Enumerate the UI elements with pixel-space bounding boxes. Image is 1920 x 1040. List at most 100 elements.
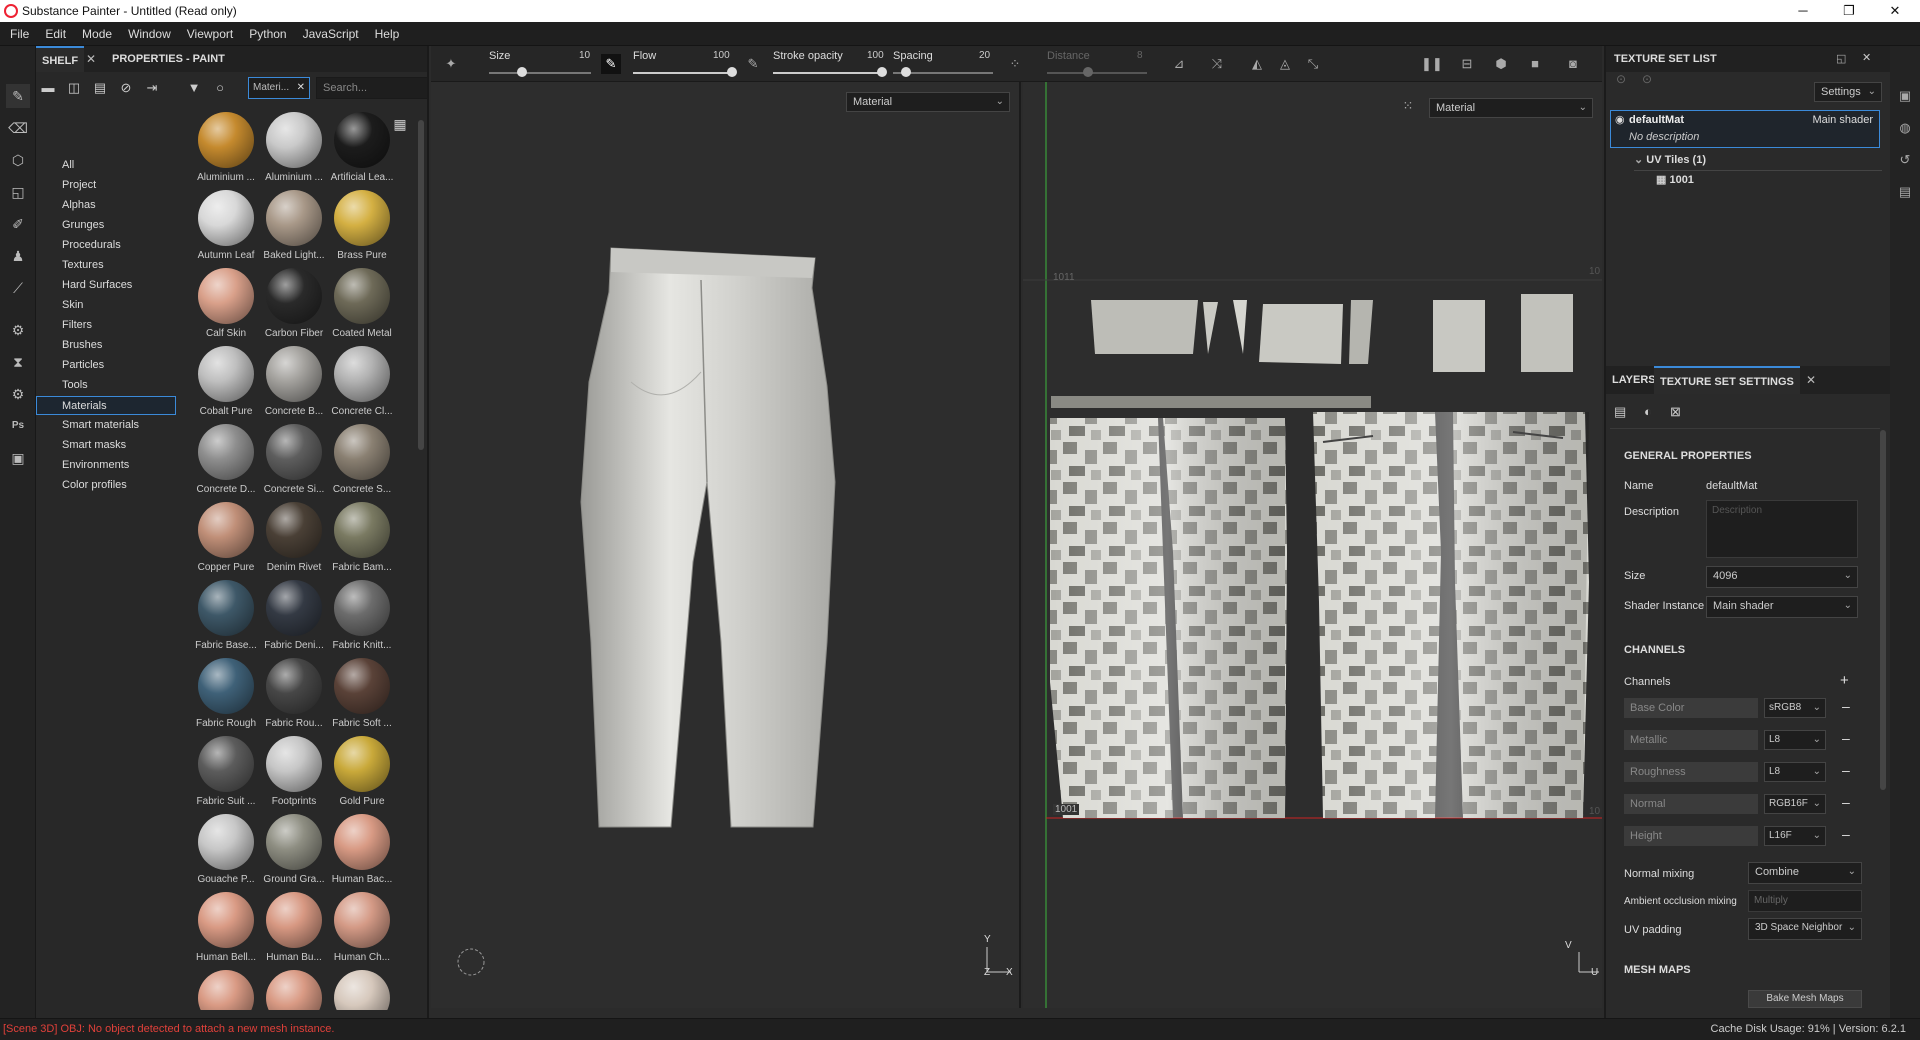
material-thumbnail[interactable]: Coated Metal bbox=[328, 266, 396, 346]
lazy-mouse-icon[interactable]: ⁘ bbox=[1005, 54, 1025, 74]
material-thumbnail[interactable]: Concrete B... bbox=[260, 344, 328, 424]
material-thumbnail[interactable]: Brass Pure bbox=[328, 188, 396, 268]
material-thumbnail[interactable]: Gold Pure bbox=[328, 734, 396, 814]
category-item[interactable]: Environments bbox=[36, 456, 176, 475]
uv-tile-item[interactable]: ▦ 1001 bbox=[1656, 173, 1694, 186]
size-slider[interactable] bbox=[489, 72, 591, 74]
distance-slider[interactable] bbox=[1047, 72, 1147, 74]
symmetry-angle-icon[interactable]: ⊿ bbox=[1169, 54, 1189, 74]
material-thumbnail[interactable]: Concrete Cl... bbox=[328, 344, 396, 424]
shader-instance-dropdown[interactable]: Main shader ⌄ bbox=[1706, 596, 1858, 618]
material-thumbnail[interactable]: Ground Gra... bbox=[260, 812, 328, 892]
tab-texture-set-settings[interactable]: TEXTURE SET SETTINGS bbox=[1654, 366, 1800, 394]
menu-python[interactable]: Python bbox=[241, 22, 294, 46]
uv-padding-dropdown[interactable]: 3D Space Neighbor ⌄ bbox=[1748, 918, 1862, 940]
material-thumbnail[interactable]: Human Bu... bbox=[260, 890, 328, 970]
spacing-value[interactable]: 20 bbox=[979, 50, 990, 61]
flow-slider[interactable] bbox=[633, 72, 733, 74]
ao-mixing-field[interactable]: Multiply bbox=[1748, 890, 1862, 912]
channel-format-dropdown[interactable]: L8 ⌄ bbox=[1764, 730, 1826, 750]
remove-channel-button[interactable]: – bbox=[1842, 794, 1850, 810]
shader-settings-icon[interactable]: ◍ bbox=[1897, 120, 1913, 136]
viewport-2d[interactable]: ⁙ Material ⌄ 1011 1001 10 10 V U bbox=[1023, 82, 1602, 1008]
stroke-opacity-handle[interactable] bbox=[877, 67, 887, 77]
tab-properties-paint[interactable]: PROPERTIES - PAINT bbox=[106, 46, 231, 72]
material-thumbnail[interactable] bbox=[260, 968, 328, 1010]
layer-stack-icon[interactable]: ▤ bbox=[1614, 404, 1626, 420]
folder-icon[interactable]: ▬ bbox=[38, 78, 58, 98]
refresh-icon[interactable]: ○ bbox=[210, 78, 230, 98]
menu-window[interactable]: Window bbox=[120, 22, 179, 46]
tab-shelf[interactable]: SHELF bbox=[36, 46, 85, 72]
material-thumbnail[interactable]: Artificial Lea... bbox=[328, 110, 396, 190]
photoshop-icon[interactable]: Ps bbox=[6, 414, 30, 438]
distance-slider-handle[interactable] bbox=[1083, 67, 1093, 77]
category-item[interactable]: Tools bbox=[36, 376, 176, 395]
filter-tag[interactable]: Materi... ✕ bbox=[248, 77, 310, 99]
pause-icon[interactable]: ❚❚ bbox=[1421, 54, 1443, 74]
size-slider-handle[interactable] bbox=[517, 67, 527, 77]
category-item[interactable]: Textures bbox=[36, 256, 176, 275]
material-thumbnail[interactable]: Concrete Si... bbox=[260, 422, 328, 502]
material-thumbnail[interactable]: Footprints bbox=[260, 734, 328, 814]
material-thumbnail[interactable]: Autumn Leaf bbox=[192, 188, 260, 268]
material-thumbnail[interactable]: Cobalt Pure bbox=[192, 344, 260, 424]
flow-pressure-icon[interactable]: ✎ bbox=[743, 54, 763, 74]
category-item-selected[interactable]: Materials bbox=[36, 396, 176, 415]
transform-icon[interactable]: ⤡ bbox=[1303, 54, 1323, 74]
hide-icon[interactable]: ⊘ bbox=[116, 78, 136, 98]
add-channel-button[interactable]: + bbox=[1840, 672, 1849, 689]
menu-edit[interactable]: Edit bbox=[37, 22, 74, 46]
bake-settings-icon[interactable]: ⚙ bbox=[6, 318, 30, 342]
display-cube-icon[interactable]: ⬢ bbox=[1491, 54, 1511, 74]
category-item[interactable]: Particles bbox=[36, 356, 176, 375]
paint-brush-icon[interactable]: ✎ bbox=[6, 84, 30, 108]
material-thumbnail[interactable]: Fabric Soft ... bbox=[328, 656, 396, 736]
material-thumbnail[interactable]: Baked Light... bbox=[260, 188, 328, 268]
material-thumbnail[interactable]: Fabric Rou... bbox=[260, 656, 328, 736]
material-thumbnail[interactable]: Copper Pure bbox=[192, 500, 260, 580]
mirror-icon[interactable]: ◭ bbox=[1247, 54, 1267, 74]
flow-value[interactable]: 100 bbox=[713, 50, 730, 61]
category-item[interactable]: Project bbox=[36, 176, 176, 195]
visibility-icon[interactable]: ⊙ bbox=[1616, 72, 1626, 86]
category-item[interactable]: Alphas bbox=[36, 196, 176, 215]
float-panel-icon[interactable]: ◱ bbox=[1836, 52, 1846, 65]
normal-mixing-dropdown[interactable]: Combine ⌄ bbox=[1748, 862, 1862, 884]
settings-close-icon[interactable]: ✕ bbox=[1806, 366, 1816, 394]
category-item[interactable]: Procedurals bbox=[36, 236, 176, 255]
close-window-button[interactable]: ✕ bbox=[1872, 1, 1918, 21]
category-item[interactable]: Smart materials bbox=[36, 416, 176, 435]
menu-file[interactable]: File bbox=[0, 22, 37, 46]
polygon-fill-icon[interactable]: ◱ bbox=[6, 180, 30, 204]
spacing-slider-handle[interactable] bbox=[901, 67, 911, 77]
pen-pressure-icon[interactable]: ✎ bbox=[601, 54, 621, 74]
material-thumbnail[interactable]: Fabric Suit ... bbox=[192, 734, 260, 814]
settings-scrollbar[interactable] bbox=[1880, 430, 1886, 790]
material-thumbnail[interactable]: Fabric Knitt... bbox=[328, 578, 396, 658]
mirror-options-icon[interactable]: ◬ bbox=[1275, 54, 1295, 74]
menu-help[interactable]: Help bbox=[367, 22, 408, 46]
material-thumbnail[interactable]: Calf Skin bbox=[192, 266, 260, 346]
material-thumbnail[interactable]: Concrete S... bbox=[328, 422, 396, 502]
material-sphere-icon[interactable]: ◐ bbox=[1644, 404, 1652, 419]
material-thumbnail[interactable] bbox=[328, 968, 396, 1010]
viewport-3d[interactable]: Material ⌄ Y Z X bbox=[431, 82, 1021, 1008]
filter-remove-icon[interactable]: ✕ bbox=[297, 78, 305, 98]
material-thumbnail[interactable]: Aluminium ... bbox=[192, 110, 260, 190]
channel-format-dropdown[interactable]: sRGB8 ⌄ bbox=[1764, 698, 1826, 718]
material-thumbnail[interactable]: Human Bell... bbox=[192, 890, 260, 970]
eraser-icon[interactable]: ⌫ bbox=[6, 116, 30, 140]
category-item[interactable]: All bbox=[36, 156, 176, 175]
size-value[interactable]: 10 bbox=[579, 50, 590, 61]
history-icon[interactable]: ↺ bbox=[1897, 152, 1913, 168]
settings-dropdown[interactable]: Settings ⌄ bbox=[1814, 82, 1882, 102]
size-dropdown[interactable]: 4096 ⌄ bbox=[1706, 566, 1858, 588]
texture-set-item[interactable]: ◉ defaultMat Main shader No description bbox=[1610, 110, 1880, 148]
flow-slider-handle[interactable] bbox=[727, 67, 737, 77]
filter-icon[interactable]: ▼ bbox=[184, 78, 204, 98]
brush-preset-icon[interactable]: ✦ bbox=[441, 54, 461, 74]
material-thumbnail[interactable]: Fabric Bam... bbox=[328, 500, 396, 580]
material-thumbnail[interactable]: Fabric Deni... bbox=[260, 578, 328, 658]
category-item[interactable]: Filters bbox=[36, 316, 176, 335]
